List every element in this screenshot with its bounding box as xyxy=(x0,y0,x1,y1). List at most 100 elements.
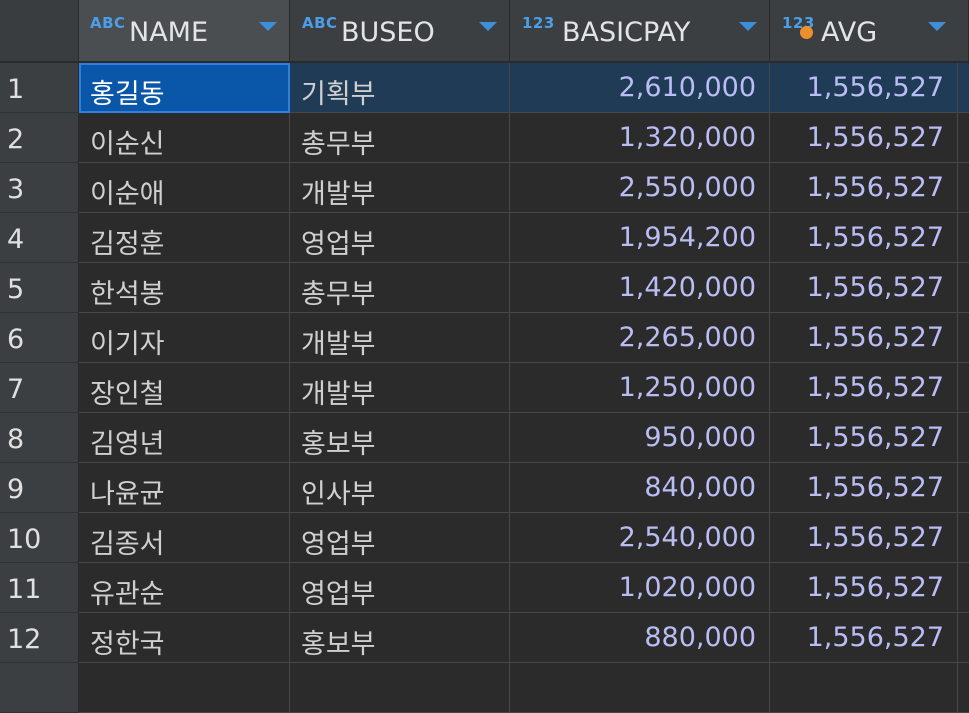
row-number[interactable]: 6 xyxy=(0,313,79,363)
cell-basicpay[interactable]: 2,540,000 xyxy=(510,513,770,563)
cell-buseo[interactable]: 홍보부 xyxy=(290,613,510,663)
cell-basicpay[interactable]: 1,250,000 xyxy=(510,363,770,413)
cell-avg[interactable]: 1,556,527 xyxy=(770,213,958,263)
cell-basicpay[interactable]: 950,000 xyxy=(510,413,770,463)
cell-basicpay[interactable]: 1,954,200 xyxy=(510,213,770,263)
cell-basicpay[interactable]: 1,020,000 xyxy=(510,563,770,613)
cell-basicpay[interactable]: 1,420,000 xyxy=(510,263,770,313)
cell-basicpay[interactable]: 840,000 xyxy=(510,463,770,513)
cell-overflow[interactable] xyxy=(958,563,969,613)
table-row[interactable]: 8 김영년 홍보부 950,000 1,556,527 xyxy=(0,413,969,463)
cell-name[interactable]: 김정훈 xyxy=(79,213,290,263)
cell-name[interactable] xyxy=(79,663,290,713)
cell-buseo[interactable]: 홍보부 xyxy=(290,413,510,463)
row-number[interactable]: 9 xyxy=(0,463,79,513)
table-row[interactable]: 6 이기자 개발부 2,265,000 1,556,527 xyxy=(0,313,969,363)
cell-name[interactable]: 유관순 xyxy=(79,563,290,613)
cell-buseo[interactable]: 기획부 xyxy=(290,63,510,113)
cell-basicpay[interactable]: 2,265,000 xyxy=(510,313,770,363)
table-row[interactable]: 7 장인철 개발부 1,250,000 1,556,527 xyxy=(0,363,969,413)
cell-name[interactable]: 김영년 xyxy=(79,413,290,463)
cell-overflow[interactable] xyxy=(958,263,969,313)
cell-avg[interactable]: 1,556,527 xyxy=(770,363,958,413)
cell-name[interactable]: 한석봉 xyxy=(79,263,290,313)
cell-name[interactable]: 장인철 xyxy=(79,363,290,413)
row-number[interactable] xyxy=(0,663,79,713)
cell-buseo[interactable]: 개발부 xyxy=(290,313,510,363)
row-number[interactable]: 11 xyxy=(0,563,79,613)
cell-name[interactable]: 이순신 xyxy=(79,113,290,163)
table-row[interactable]: 1 홍길동 기획부 2,610,000 1,556,527 xyxy=(0,63,969,113)
cell-avg[interactable]: 1,556,527 xyxy=(770,113,958,163)
cell-overflow[interactable] xyxy=(958,413,969,463)
cell-overflow[interactable] xyxy=(958,463,969,513)
row-number[interactable]: 7 xyxy=(0,363,79,413)
cell-overflow[interactable] xyxy=(958,663,969,713)
cell-buseo[interactable]: 총무부 xyxy=(290,263,510,313)
cell-basicpay[interactable]: 880,000 xyxy=(510,613,770,663)
row-number-header[interactable] xyxy=(0,0,79,62)
column-header-name[interactable]: ABC NAME xyxy=(79,0,290,62)
cell-overflow[interactable] xyxy=(958,613,969,663)
table-row[interactable]: 12 정한국 홍보부 880,000 1,556,527 xyxy=(0,613,969,663)
table-row[interactable]: 5 한석봉 총무부 1,420,000 1,556,527 xyxy=(0,263,969,313)
cell-name[interactable]: 이순애 xyxy=(79,163,290,213)
cell-buseo[interactable]: 개발부 xyxy=(290,363,510,413)
column-header-basicpay[interactable]: 123 BASICPAY xyxy=(510,0,770,62)
sort-filter-icon[interactable] xyxy=(259,22,277,31)
row-number[interactable]: 3 xyxy=(0,163,79,213)
cell-name[interactable]: 홍길동 xyxy=(79,63,290,113)
row-number[interactable]: 10 xyxy=(0,513,79,563)
row-number[interactable]: 4 xyxy=(0,213,79,263)
cell-buseo[interactable]: 영업부 xyxy=(290,213,510,263)
cell-buseo[interactable]: 총무부 xyxy=(290,113,510,163)
cell-buseo[interactable]: 영업부 xyxy=(290,563,510,613)
cell-overflow[interactable] xyxy=(958,63,969,113)
cell-name[interactable]: 김종서 xyxy=(79,513,290,563)
cell-avg[interactable]: 1,556,527 xyxy=(770,163,958,213)
row-number[interactable]: 2 xyxy=(0,113,79,163)
row-number[interactable]: 1 xyxy=(0,63,79,113)
table-row[interactable]: 10 김종서 영업부 2,540,000 1,556,527 xyxy=(0,513,969,563)
table-row[interactable]: 9 나윤균 인사부 840,000 1,556,527 xyxy=(0,463,969,513)
row-number[interactable]: 5 xyxy=(0,263,79,313)
cell-buseo[interactable]: 영업부 xyxy=(290,513,510,563)
cell-avg[interactable]: 1,556,527 xyxy=(770,413,958,463)
cell-overflow[interactable] xyxy=(958,313,969,363)
cell-avg[interactable]: 1,556,527 xyxy=(770,613,958,663)
sort-filter-icon[interactable] xyxy=(928,22,946,31)
cell-basicpay[interactable]: 1,320,000 xyxy=(510,113,770,163)
row-number[interactable]: 12 xyxy=(0,613,79,663)
cell-buseo[interactable]: 인사부 xyxy=(290,463,510,513)
cell-basicpay[interactable]: 2,550,000 xyxy=(510,163,770,213)
cell-avg[interactable]: 1,556,527 xyxy=(770,513,958,563)
cell-buseo[interactable] xyxy=(290,663,510,713)
cell-basicpay[interactable]: 2,610,000 xyxy=(510,63,770,113)
cell-overflow[interactable] xyxy=(958,213,969,263)
cell-avg[interactable]: 1,556,527 xyxy=(770,63,958,113)
cell-buseo[interactable]: 개발부 xyxy=(290,163,510,213)
cell-name[interactable]: 나윤균 xyxy=(79,463,290,513)
cell-basicpay[interactable] xyxy=(510,663,770,713)
cell-name[interactable]: 정한국 xyxy=(79,613,290,663)
table-row[interactable]: 3 이순애 개발부 2,550,000 1,556,527 xyxy=(0,163,969,213)
cell-avg[interactable]: 1,556,527 xyxy=(770,463,958,513)
cell-overflow[interactable] xyxy=(958,163,969,213)
column-header-avg[interactable]: 123 AVG xyxy=(770,0,969,62)
row-number[interactable]: 8 xyxy=(0,413,79,463)
table-row[interactable]: 2 이순신 총무부 1,320,000 1,556,527 xyxy=(0,113,969,163)
sort-filter-icon[interactable] xyxy=(479,22,497,31)
table-row[interactable]: 11 유관순 영업부 1,020,000 1,556,527 xyxy=(0,563,969,613)
cell-overflow[interactable] xyxy=(958,513,969,563)
sort-filter-icon[interactable] xyxy=(739,22,757,31)
cell-overflow[interactable] xyxy=(958,113,969,163)
column-header-buseo[interactable]: ABC BUSEO xyxy=(290,0,510,62)
cell-avg[interactable]: 1,556,527 xyxy=(770,313,958,363)
cell-avg[interactable]: 1,556,527 xyxy=(770,563,958,613)
cell-name[interactable]: 이기자 xyxy=(79,313,290,363)
table-row[interactable]: 4 김정훈 영업부 1,954,200 1,556,527 xyxy=(0,213,969,263)
table-row[interactable] xyxy=(0,663,969,713)
cell-avg[interactable]: 1,556,527 xyxy=(770,263,958,313)
cell-avg[interactable] xyxy=(770,663,958,713)
cell-overflow[interactable] xyxy=(958,363,969,413)
